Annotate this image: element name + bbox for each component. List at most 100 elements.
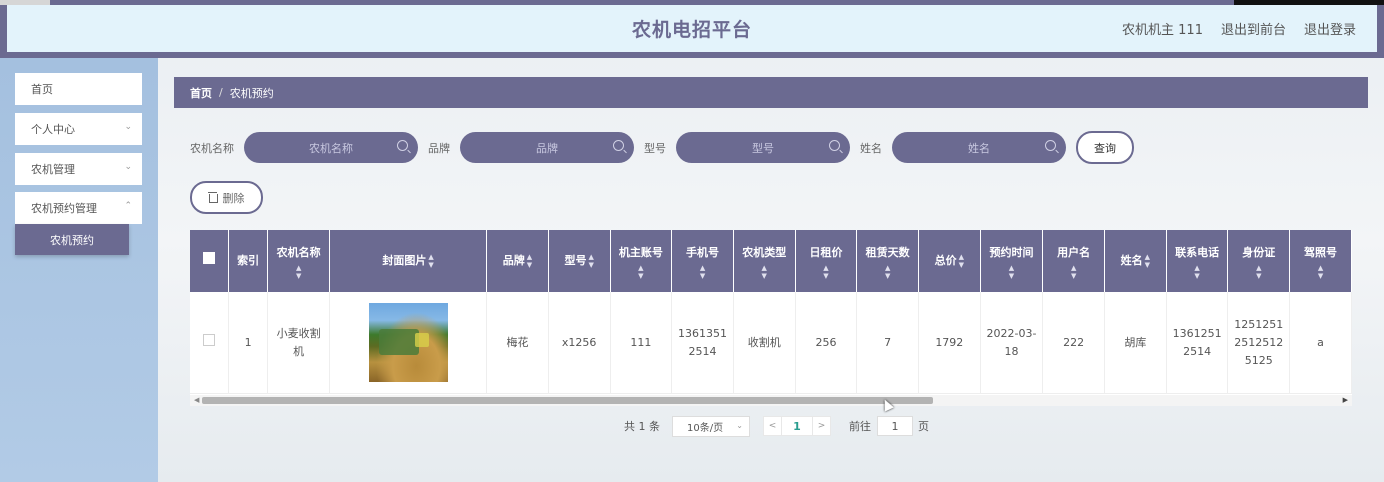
cell-total: 1792 (918, 292, 981, 394)
trash-icon (207, 192, 218, 203)
logout-link[interactable]: 退出登录 (1304, 19, 1356, 38)
pagination: 共 1 条 10条/页 ⌄ < 1 > 前往 1 页 (624, 415, 929, 437)
app-title: 农机电招平台 (631, 19, 752, 41)
col-header-label: 手机号 (686, 246, 720, 259)
sort-icon[interactable]: ▲ ▼ (588, 253, 593, 269)
sort-icon[interactable]: ▲ ▼ (959, 253, 964, 269)
search-icon (613, 140, 624, 151)
col-header-model[interactable]: 型号 ▲ ▼ (548, 230, 611, 292)
search-label-brand: 品牌 (428, 141, 450, 155)
cell-cover (329, 292, 488, 394)
page-size-value: 10条/页 (687, 422, 724, 434)
col-header-name[interactable]: 农机名称 ▲ ▼ (267, 230, 331, 292)
col-header-label: 驾照号 (1304, 246, 1338, 259)
sidebar-item-home[interactable]: 首页 (15, 73, 142, 105)
sort-icon[interactable]: ▲ ▼ (736, 264, 793, 280)
back-to-front-link[interactable]: 退出到前台 (1221, 19, 1286, 38)
sort-icon[interactable]: ▲ ▼ (1292, 264, 1349, 280)
col-header-label: 农机名称 (276, 246, 321, 259)
sort-icon[interactable]: ▲ ▼ (527, 253, 532, 269)
search-label-model: 型号 (644, 141, 666, 155)
col-header-days[interactable]: 租赁天数 ▲ ▼ (856, 230, 919, 292)
query-button[interactable]: 查询 (1076, 131, 1134, 164)
sidebar: 首页 个人中心 ⌄ 农机管理 ⌄ 农机预约管理 ⌃ 农机预约 (0, 58, 158, 482)
col-header-brand[interactable]: 品牌 ▲ ▼ (486, 230, 549, 292)
search-label-name: 农机名称 (190, 141, 234, 155)
sidebar-item-machine-manage[interactable]: 农机管理 ⌄ (15, 153, 142, 185)
chevron-down-icon: ⌄ (124, 122, 132, 132)
breadcrumb-home[interactable]: 首页 (190, 85, 212, 101)
col-header-label: 机主账号 (618, 246, 663, 259)
sort-icon[interactable]: ▲ ▼ (270, 264, 327, 280)
page-number-current[interactable]: 1 (782, 416, 812, 436)
col-header-contact[interactable]: 联系电话 ▲ ▼ (1166, 230, 1229, 292)
sort-icon[interactable]: ▲ ▼ (613, 264, 670, 280)
cell-model: x1256 (548, 292, 611, 394)
col-header-owner[interactable]: 机主账号 ▲ ▼ (610, 230, 673, 292)
search-placeholder: 型号 (752, 141, 774, 155)
col-header-label: 总价 (934, 254, 957, 267)
sort-icon[interactable]: ▲ ▼ (1145, 253, 1150, 269)
col-header-time[interactable]: 预约时间 ▲ ▼ (980, 230, 1044, 292)
scroll-right-icon[interactable]: ▶ (1343, 396, 1348, 404)
sidebar-item-label: 首页 (31, 83, 53, 96)
sidebar-item-personal[interactable]: 个人中心 ⌄ (15, 113, 142, 145)
search-input-brand[interactable]: 品牌 (460, 132, 634, 163)
sidebar-item-booking-manage[interactable]: 农机预约管理 ⌃ (15, 192, 142, 224)
row-select-cell[interactable] (190, 292, 229, 394)
sort-icon[interactable]: ▲ ▼ (674, 264, 731, 280)
delete-label: 删除 (222, 191, 245, 205)
cell-time: 2022-03-18 (980, 292, 1044, 394)
sidebar-item-label: 个人中心 (31, 123, 75, 136)
sort-icon[interactable]: ▲ ▼ (1169, 264, 1226, 280)
col-header-cover[interactable]: 封面图片 ▲ ▼ (329, 230, 488, 292)
col-header-label: 封面图片 (382, 254, 427, 267)
select-all-checkbox[interactable] (202, 252, 215, 264)
search-icon (397, 140, 408, 151)
cell-daily: 256 (795, 292, 858, 394)
select-all-header[interactable] (190, 230, 229, 292)
cell-owner: 111 (610, 292, 673, 394)
col-header-type[interactable]: 农机类型 ▲ ▼ (733, 230, 796, 292)
col-header-realname[interactable]: 姓名 ▲ ▼ (1104, 230, 1167, 292)
search-input-realname[interactable]: 姓名 (892, 132, 1066, 163)
goto-page-input[interactable]: 1 (877, 416, 913, 436)
pagination-total: 共 1 条 (624, 420, 660, 433)
cell-brand: 梅花 (486, 292, 549, 394)
search-icon (1045, 140, 1056, 151)
sidebar-item-label: 农机预约管理 (31, 202, 97, 215)
col-header-phone[interactable]: 手机号 ▲ ▼ (671, 230, 734, 292)
sidebar-subitem-booking[interactable]: 农机预约 (15, 224, 129, 255)
header: 农机电招平台 农机机主 111 退出到前台 退出登录 (0, 5, 1384, 58)
col-header-total[interactable]: 总价 ▲ ▼ (918, 230, 981, 292)
breadcrumb-current: 农机预约 (229, 86, 274, 100)
search-input-model[interactable]: 型号 (676, 132, 850, 163)
col-header-username[interactable]: 用户名 ▲ ▼ (1042, 230, 1105, 292)
sort-icon[interactable]: ▲ ▼ (798, 264, 855, 280)
sort-icon[interactable]: ▲ ▼ (428, 253, 433, 269)
sort-icon[interactable]: ▲ ▼ (859, 264, 916, 280)
sort-icon[interactable]: ▲ ▼ (1230, 264, 1287, 280)
col-header-daily[interactable]: 日租价 ▲ ▼ (795, 230, 858, 292)
search-placeholder: 品牌 (536, 141, 558, 155)
prev-page-button[interactable]: < (763, 416, 782, 436)
cell-username: 222 (1042, 292, 1105, 394)
cell-index: 1 (228, 292, 269, 394)
search-placeholder: 姓名 (968, 141, 990, 155)
search-input-name[interactable]: 农机名称 (244, 132, 418, 163)
sort-icon[interactable]: ▲ ▼ (983, 264, 1041, 280)
delete-button[interactable]: 删除 (190, 181, 263, 214)
cell-type: 收割机 (733, 292, 796, 394)
scroll-left-icon[interactable]: ◀ (194, 396, 199, 404)
cover-image (368, 303, 448, 382)
sort-icon[interactable]: ▲ ▼ (1045, 264, 1102, 280)
page-size-select[interactable]: 10条/页 ⌄ (672, 415, 750, 437)
col-header-license[interactable]: 驾照号 ▲ ▼ (1289, 230, 1352, 292)
search-bar: 农机名称 农机名称 品牌 品牌 型号 型号 姓名 姓名 查询 (190, 131, 1134, 164)
next-page-button[interactable]: > (812, 416, 831, 436)
row-checkbox[interactable] (202, 333, 215, 346)
horizontal-scrollbar[interactable]: ◀ ▶ (190, 395, 1352, 406)
user-name: 农机机主 111 (1122, 23, 1203, 38)
scrollbar-thumb[interactable] (202, 397, 933, 404)
col-header-idcard[interactable]: 身份证 ▲ ▼ (1227, 230, 1291, 292)
